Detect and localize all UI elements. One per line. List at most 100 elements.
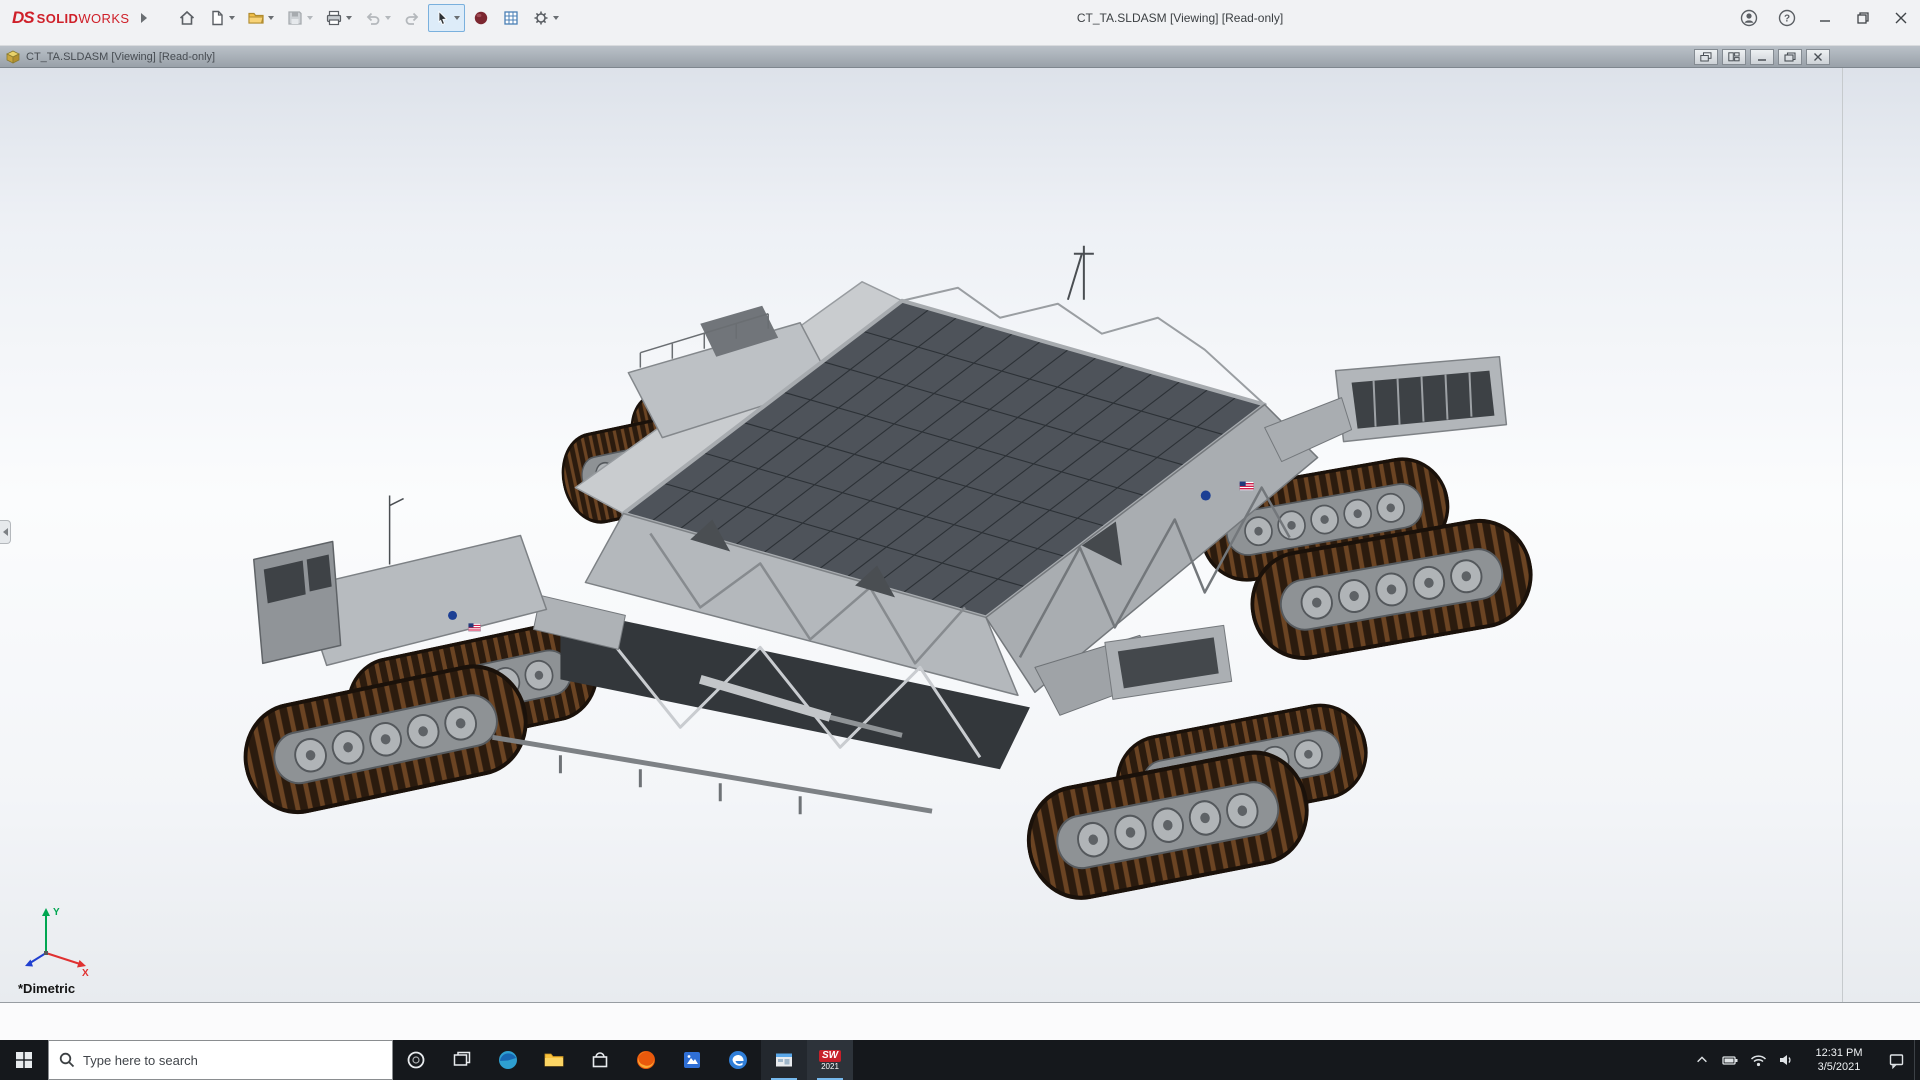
redo-icon (403, 9, 421, 27)
home-button[interactable] (173, 4, 201, 32)
cascade-icon (1700, 52, 1712, 62)
brand-works: WORKS (78, 11, 129, 26)
window-title: CT_TA.SLDASM [Viewing] [Read-only] (985, 0, 1375, 36)
network-button[interactable] (1744, 1040, 1772, 1080)
solidworks-taskbar-button[interactable]: SW 2021 (807, 1040, 853, 1080)
open-folder-icon (247, 9, 265, 27)
restore-icon (1854, 9, 1872, 27)
material-sphere-icon (472, 9, 490, 27)
search-input[interactable] (83, 1053, 382, 1068)
show-desktop-button[interactable] (1914, 1040, 1920, 1080)
us-flag (469, 623, 481, 631)
store-button[interactable] (577, 1040, 623, 1080)
action-center-icon (1888, 1052, 1905, 1069)
minimize-button[interactable] (1806, 0, 1844, 36)
home-icon (178, 9, 196, 27)
open-button[interactable] (242, 4, 279, 32)
help-icon: ? (1778, 9, 1796, 27)
photos-icon (681, 1049, 703, 1071)
orientation-triad[interactable]: Y X (24, 901, 94, 976)
close-button[interactable] (1882, 0, 1920, 36)
chevron-up-icon (1695, 1053, 1709, 1067)
task-pane-edge (1842, 68, 1843, 1002)
design-table-button[interactable] (497, 4, 525, 32)
account-button[interactable] (1730, 0, 1768, 36)
app-titlebar: DSSOLIDWORKS (0, 0, 1920, 46)
us-flag (1240, 482, 1254, 491)
taskbar-clock[interactable]: 12:31 PM 3/5/2021 (1800, 1040, 1878, 1080)
hidden-icons-button[interactable] (1688, 1040, 1716, 1080)
print-icon (325, 9, 343, 27)
edge-icon (497, 1049, 519, 1071)
menu-expand-arrow-icon[interactable] (141, 13, 147, 23)
cortana-icon (405, 1049, 427, 1071)
store-icon (589, 1049, 611, 1071)
solidworks-app-icon: SW 2021 (819, 1050, 841, 1071)
svg-text:?: ? (1784, 14, 1790, 25)
sw-logo-mark: SW (819, 1050, 841, 1062)
new-document-button[interactable] (203, 4, 240, 32)
solidworks-logo: DSSOLIDWORKS (6, 8, 135, 28)
restore-icon (1784, 52, 1796, 62)
windows-logo-icon (16, 1052, 32, 1068)
graphics-area[interactable]: Y X *Dimetric (0, 68, 1920, 1003)
cortana-button[interactable] (393, 1040, 439, 1080)
select-tool-button[interactable] (428, 4, 465, 32)
quick-access-toolbar (173, 4, 564, 32)
view-orientation-label: *Dimetric (18, 981, 75, 996)
select-cursor-icon (433, 9, 451, 27)
photos-button[interactable] (669, 1040, 715, 1080)
task-view-icon (451, 1049, 473, 1071)
dropdown-caret-icon (307, 16, 313, 20)
doc-tile-button[interactable] (1722, 49, 1746, 65)
volume-button[interactable] (1772, 1040, 1800, 1080)
windows-taskbar: SW 2021 12:31 PM 3/5/2021 (0, 1040, 1920, 1080)
undo-button[interactable] (359, 4, 396, 32)
save-icon (286, 9, 304, 27)
battery-button[interactable] (1716, 1040, 1744, 1080)
dropdown-caret-icon (346, 16, 352, 20)
task-view-button[interactable] (439, 1040, 485, 1080)
doc-restore-button[interactable] (1778, 49, 1802, 65)
firefox-icon (635, 1049, 657, 1071)
dropdown-caret-icon (454, 16, 460, 20)
file-explorer-button[interactable] (531, 1040, 577, 1080)
document-title: CT_TA.SLDASM [Viewing] [Read-only] (26, 51, 215, 63)
material-sphere-button[interactable] (467, 4, 495, 32)
print-button[interactable] (320, 4, 357, 32)
taskbar-search[interactable] (48, 1040, 393, 1080)
document-window-controls (1694, 49, 1830, 65)
document-window-bar: CT_TA.SLDASM [Viewing] [Read-only] (0, 46, 1920, 68)
start-button[interactable] (0, 1040, 48, 1080)
clock-time: 12:31 PM (1815, 1046, 1862, 1060)
ds-logo-mark: DS (12, 8, 34, 28)
crawler-transporter-model (0, 68, 1920, 1002)
restore-button[interactable] (1844, 0, 1882, 36)
window-controls: ? (1730, 0, 1920, 36)
doc-close-button[interactable] (1806, 49, 1830, 65)
open-window-icon (773, 1049, 795, 1071)
account-icon (1740, 9, 1758, 27)
nasa-meatball-logo (1201, 491, 1211, 501)
system-tray: 12:31 PM 3/5/2021 (1688, 1040, 1920, 1080)
action-center-button[interactable] (1878, 1040, 1914, 1080)
options-button[interactable] (527, 4, 564, 32)
close-icon (1812, 52, 1824, 62)
open-window-button[interactable] (761, 1040, 807, 1080)
save-button[interactable] (281, 4, 318, 32)
doc-cascade-button[interactable] (1694, 49, 1718, 65)
dropdown-caret-icon (268, 16, 274, 20)
track-front-right-outer (1019, 744, 1316, 907)
dropdown-caret-icon (385, 16, 391, 20)
feature-tree-collapse-tab[interactable] (0, 520, 11, 544)
help-button[interactable]: ? (1768, 0, 1806, 36)
status-strip (0, 1003, 1920, 1040)
doc-minimize-button[interactable] (1750, 49, 1774, 65)
edge-legacy-button[interactable] (715, 1040, 761, 1080)
search-icon (59, 1052, 75, 1068)
redo-button[interactable] (398, 4, 426, 32)
firefox-button[interactable] (623, 1040, 669, 1080)
minimize-icon (1756, 52, 1768, 62)
edge-button[interactable] (485, 1040, 531, 1080)
triad-x-label: X (82, 968, 89, 976)
